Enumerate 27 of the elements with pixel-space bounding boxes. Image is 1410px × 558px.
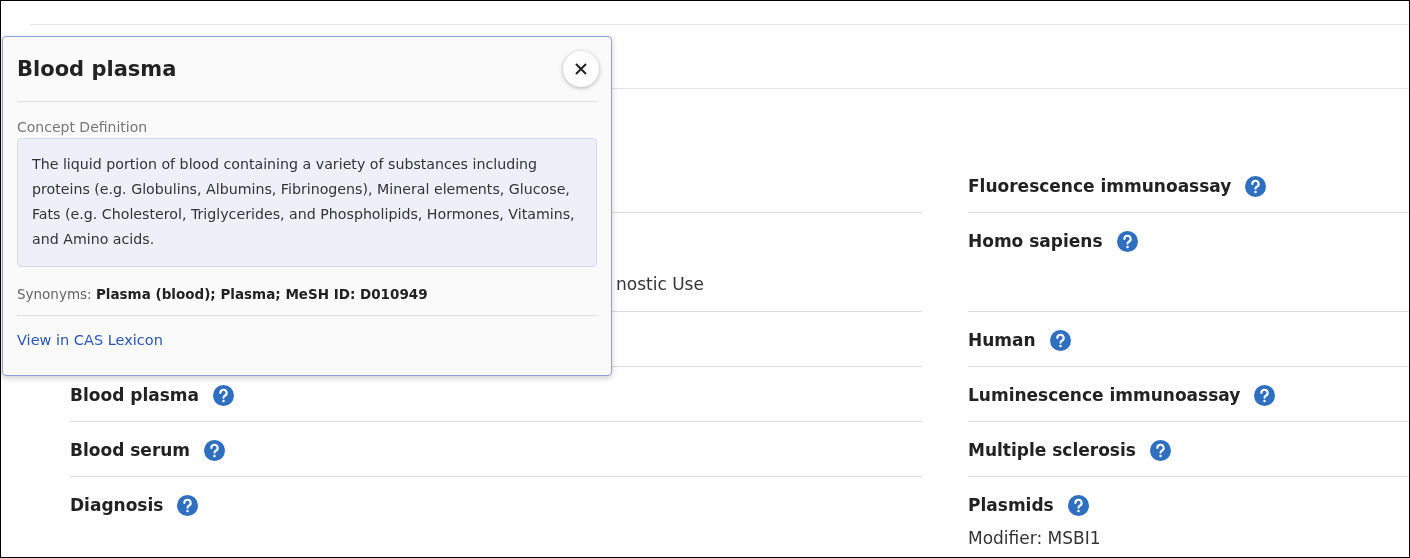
help-icon[interactable] bbox=[1067, 494, 1089, 516]
term-name: Fluorescence immunoassay bbox=[968, 176, 1232, 196]
modifier-text: nostic Use bbox=[616, 274, 705, 296]
term-name: Luminescence immunoassay bbox=[968, 385, 1241, 405]
help-icon[interactable] bbox=[177, 494, 199, 516]
help-icon[interactable] bbox=[1245, 175, 1267, 197]
modifier-text: Modifier: MSBI1 bbox=[968, 528, 1102, 550]
section-label: Concept Definition bbox=[17, 119, 149, 135]
term-name: Homo sapiens bbox=[968, 231, 1103, 251]
term-name: Blood plasma bbox=[70, 385, 199, 405]
help-icon[interactable] bbox=[1149, 439, 1171, 461]
synonyms-text: Synonyms: Plasma (blood); Plasma; MeSH ID: D010949 bbox=[17, 286, 597, 316]
term-name: Plasmids bbox=[968, 495, 1054, 515]
term-name: Blood serum bbox=[70, 440, 191, 460]
help-icon[interactable] bbox=[1254, 384, 1276, 406]
popup-title: Blood plasma bbox=[17, 57, 177, 81]
term-name: Multiple sclerosis bbox=[968, 440, 1136, 460]
close-icon bbox=[575, 63, 587, 75]
definition-text: The liquid portion of blood containing a variety of substances including proteins (e.g. Globulins, Albumins, Fibrinogens), Mineral elements, Glucose, Fats (e.g. Cholesterol, Triglycerides, and Phospholipids, Hormones, Vitamins, and Amino acids. bbox=[17, 138, 597, 267]
term-name: Human bbox=[968, 330, 1036, 350]
help-icon[interactable] bbox=[1049, 329, 1071, 351]
help-icon[interactable] bbox=[204, 439, 226, 461]
help-icon[interactable] bbox=[1116, 230, 1138, 252]
help-icon[interactable] bbox=[213, 384, 234, 406]
close-button[interactable] bbox=[563, 51, 599, 87]
lexicon-link[interactable]: View in CAS Lexicon bbox=[17, 332, 163, 348]
term-name: Diagnosis bbox=[70, 495, 164, 515]
